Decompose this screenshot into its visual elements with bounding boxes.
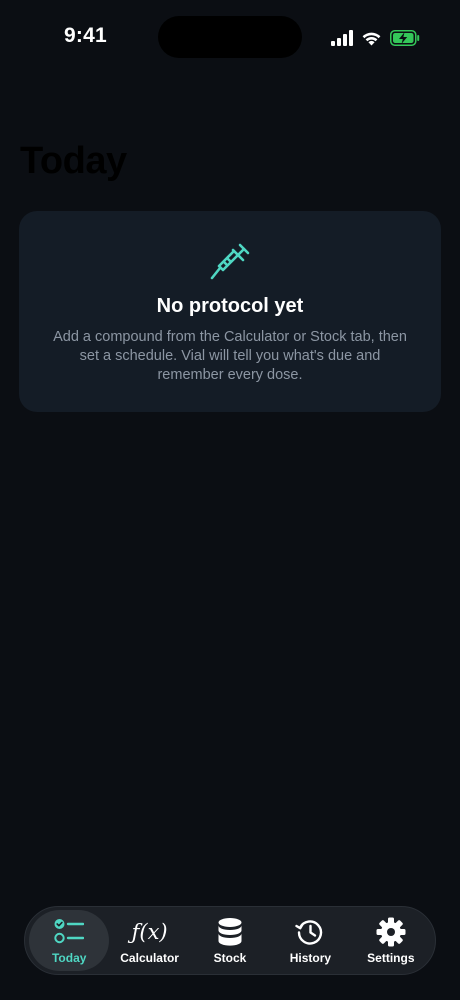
tab-label: History	[289, 950, 332, 965]
empty-state-title: No protocol yet	[156, 295, 304, 317]
empty-state-description: Add a compound from the Calculator or St…	[53, 329, 407, 383]
dynamic-island	[158, 16, 302, 58]
function-glyph: ƒ(x)	[131, 919, 168, 944]
syringe-icon	[209, 242, 251, 284]
tab-label: Calculator	[120, 950, 179, 965]
function-icon: ƒ(x)	[131, 917, 168, 947]
page-title: Today	[20, 140, 127, 182]
status-time: 9:41	[64, 24, 107, 47]
tab-stock[interactable]: Stock	[190, 910, 270, 971]
tab-calculator[interactable]: ƒ(x) Calculator	[109, 910, 189, 971]
tab-label: Today	[51, 950, 87, 965]
database-icon	[215, 917, 245, 947]
history-clock-icon	[295, 917, 325, 947]
tab-label: Stock	[213, 950, 247, 965]
gear-icon	[376, 917, 406, 947]
tab-label: Settings	[367, 950, 415, 965]
battery-charging-icon	[390, 30, 420, 46]
tab-history[interactable]: History	[270, 910, 350, 971]
wifi-icon	[361, 30, 382, 46]
checklist-icon	[54, 917, 85, 947]
tab-today[interactable]: Today	[29, 910, 110, 971]
tab-bar: Today ƒ(x) Calculator Stock History Sett…	[24, 906, 436, 975]
status-icons	[331, 28, 420, 48]
cellular-signal-icon	[331, 30, 353, 46]
tab-settings[interactable]: Settings	[351, 910, 431, 971]
status-bar: 9:41	[0, 0, 460, 76]
